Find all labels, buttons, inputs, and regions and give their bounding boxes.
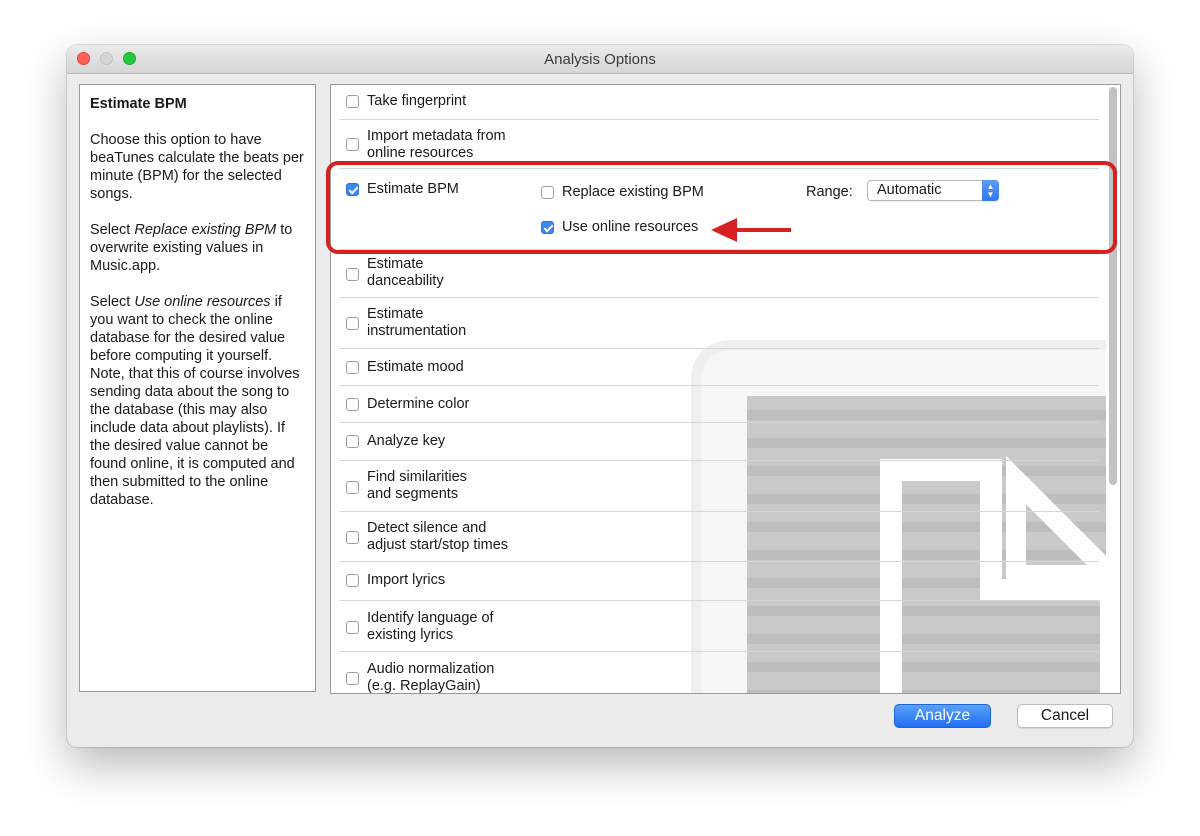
option-row-audio-normalization[interactable]: Audio normalization (e.g. ReplayGain) <box>339 652 1099 694</box>
option-label-line1: Audio normalization <box>367 661 495 677</box>
option-label-analyze-key: Analyze key <box>367 433 446 449</box>
option-label-line1: Estimate <box>367 306 424 322</box>
option-row-determine-color[interactable]: Determine color <box>339 386 1099 423</box>
option-label-import-lyrics: Import lyrics <box>367 572 446 588</box>
option-checkbox-estimate-danceability[interactable] <box>346 268 359 281</box>
help-panel: Estimate BPM Choose this option to have … <box>79 84 316 692</box>
help-title: Estimate BPM <box>90 96 187 112</box>
option-label-identify-language: Identify language of existing lyrics <box>367 610 494 644</box>
option-checkbox-identify-language[interactable] <box>346 621 359 634</box>
help-p3-prefix: Select <box>90 294 135 310</box>
option-label-line1: Identify language of <box>367 610 494 626</box>
analyze-button[interactable]: Analyze <box>894 704 991 728</box>
option-checkbox-find-similarities[interactable] <box>346 481 359 494</box>
option-label-estimate-danceability: Estimate danceability <box>367 256 444 290</box>
option-checkbox-detect-silence[interactable] <box>346 531 359 544</box>
option-row-take-fingerprint[interactable]: Take fingerprint <box>339 85 1099 120</box>
option-label-line1: Detect silence and <box>367 520 487 536</box>
option-label-determine-color: Determine color <box>367 396 470 412</box>
option-checkbox-determine-color[interactable] <box>346 398 359 411</box>
option-row-identify-language[interactable]: Identify language of existing lyrics <box>339 601 1099 652</box>
scrollbar-thumb[interactable] <box>1109 87 1117 485</box>
help-p2-emphasis: Replace existing BPM <box>134 222 277 238</box>
help-p3-suffix: if you want to check the online database… <box>90 294 300 508</box>
help-p3-emphasis: Use online resources <box>134 294 271 310</box>
option-row-estimate-instrumentation[interactable]: Estimate instrumentation <box>339 298 1099 349</box>
option-label-line2: online resources <box>367 145 474 161</box>
option-label-take-fingerprint: Take fingerprint <box>367 93 467 109</box>
option-label-audio-normalization: Audio normalization (e.g. ReplayGain) <box>367 661 495 694</box>
option-row-estimate-danceability[interactable]: Estimate danceability <box>339 250 1099 298</box>
option-label-line2: danceability <box>367 273 444 289</box>
option-label-find-similarities: Find similarities and segments <box>367 469 467 503</box>
option-label-import-metadata: Import metadata from online resources <box>367 128 506 162</box>
option-label-line2: (e.g. ReplayGain) <box>367 678 481 694</box>
help-p2-prefix: Select <box>90 222 135 238</box>
option-row-import-lyrics[interactable]: Import lyrics <box>339 562 1099 601</box>
option-label-line2: and segments <box>367 486 459 502</box>
window-title: Analysis Options <box>544 51 656 68</box>
option-checkbox-analyze-key[interactable] <box>346 435 359 448</box>
option-row-estimate-mood[interactable]: Estimate mood <box>339 349 1099 386</box>
help-paragraph-2: Select Replace existing BPM to overwrite… <box>90 221 305 275</box>
analysis-options-window: Analysis Options Estimate BPM Choose thi… <box>67 45 1133 747</box>
option-label-line1: Find similarities <box>367 469 467 485</box>
option-label-detect-silence: Detect silence and adjust start/stop time… <box>367 520 508 554</box>
option-label-line2: existing lyrics <box>367 627 454 643</box>
option-checkbox-import-metadata[interactable] <box>346 138 359 151</box>
option-row-analyze-key[interactable]: Analyze key <box>339 423 1099 461</box>
option-row-detect-silence[interactable]: Detect silence and adjust start/stop time… <box>339 512 1099 562</box>
option-checkbox-estimate-instrumentation[interactable] <box>346 317 359 330</box>
cancel-button[interactable]: Cancel <box>1017 704 1113 728</box>
option-row-find-similarities[interactable]: Find similarities and segments <box>339 461 1099 512</box>
option-label-line2: adjust start/stop times <box>367 537 509 553</box>
option-label-line1: Import metadata from <box>367 128 506 144</box>
option-checkbox-take-fingerprint[interactable] <box>346 95 359 108</box>
option-label-estimate-instrumentation: Estimate instrumentation <box>367 306 466 340</box>
help-paragraph-3: Select Use online resources if you want … <box>90 293 305 509</box>
title-bar[interactable]: Analysis Options <box>67 45 1133 74</box>
option-label-estimate-mood: Estimate mood <box>367 359 464 375</box>
option-checkbox-import-lyrics[interactable] <box>346 574 359 587</box>
help-paragraph-1: Choose this option to have beaTunes calc… <box>90 132 304 202</box>
option-checkbox-estimate-mood[interactable] <box>346 361 359 374</box>
option-label-line1: Estimate <box>367 256 424 272</box>
option-label-line2: instrumentation <box>367 323 467 339</box>
annotation-arrow-icon <box>711 218 791 242</box>
option-checkbox-audio-normalization[interactable] <box>346 672 359 685</box>
